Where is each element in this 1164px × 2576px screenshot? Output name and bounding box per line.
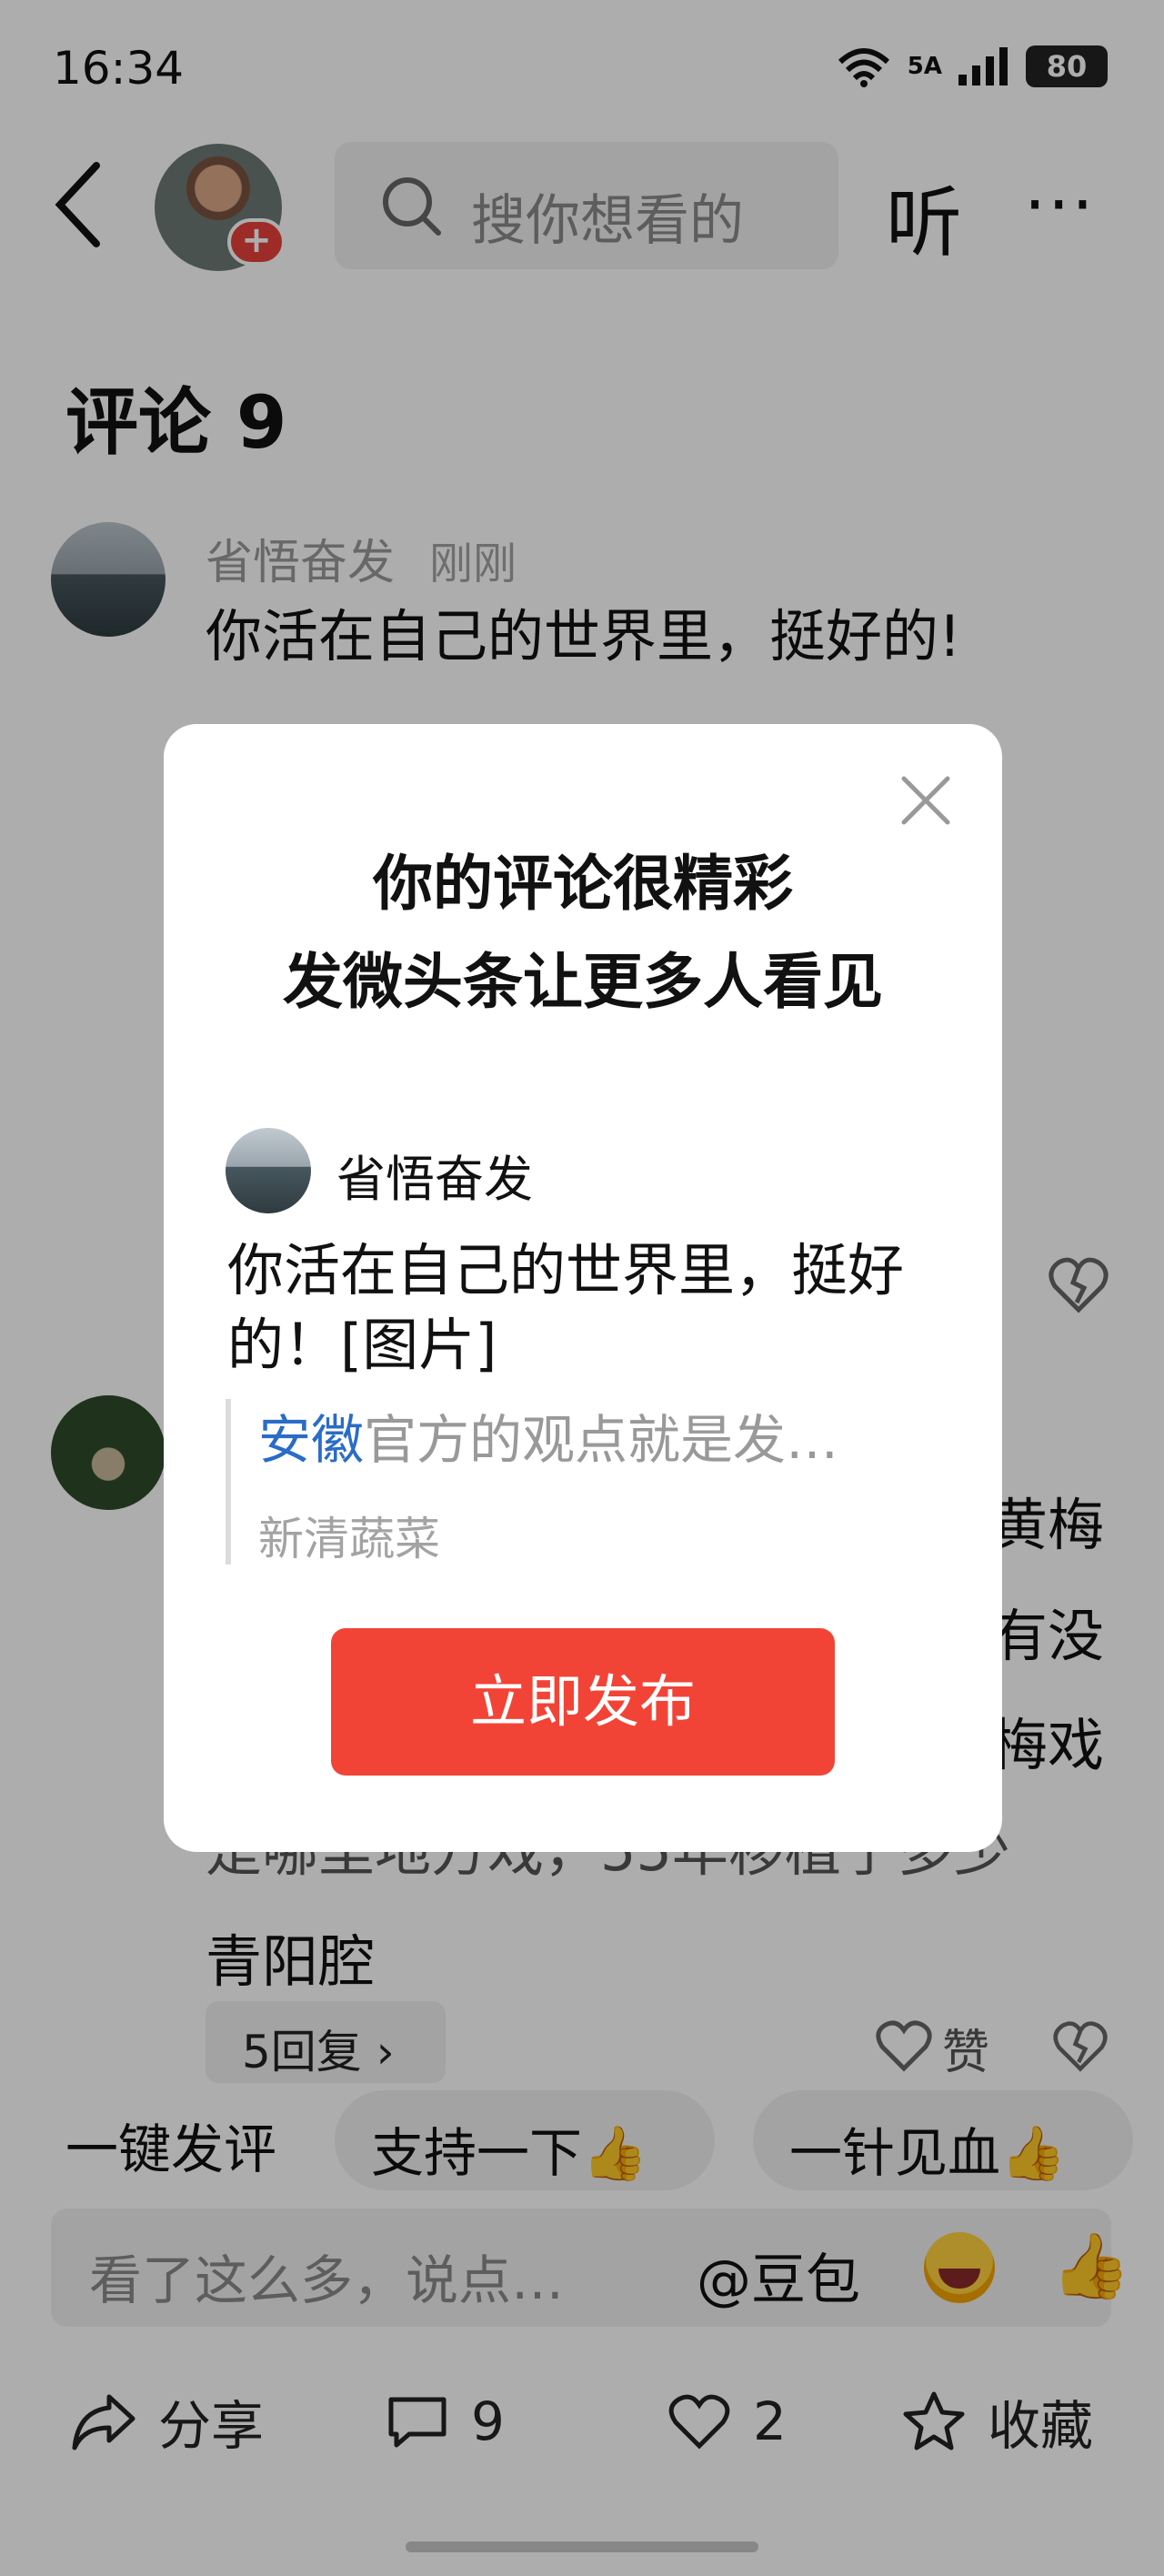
quoted-topic-link[interactable]: 安徽 bbox=[258, 1409, 364, 1471]
author-avatar bbox=[226, 1128, 311, 1213]
quoted-author: 新清蔬菜 bbox=[258, 1513, 440, 1565]
dialog-subtitle: 发微头条让更多人看见 bbox=[283, 947, 883, 1017]
publish-dialog: 你的评论很精彩 发微头条让更多人看见 省悟奋发 你活在自己的世界里，挺好的！[图… bbox=[164, 724, 1002, 1852]
preview-text: 你活在自己的世界里，挺好的！[图片] bbox=[227, 1237, 905, 1378]
quoted-article: 安徽官方的观点就是发… bbox=[258, 1397, 838, 1474]
quoted-text: 官方的观点就是发… bbox=[364, 1409, 839, 1471]
quote-divider bbox=[226, 1399, 231, 1565]
close-icon[interactable] bbox=[898, 773, 953, 828]
dialog-title: 你的评论很精彩 bbox=[373, 849, 793, 919]
author-name: 省悟奋发 bbox=[336, 1151, 533, 1208]
publish-now-button[interactable]: 立即发布 bbox=[331, 1628, 835, 1776]
